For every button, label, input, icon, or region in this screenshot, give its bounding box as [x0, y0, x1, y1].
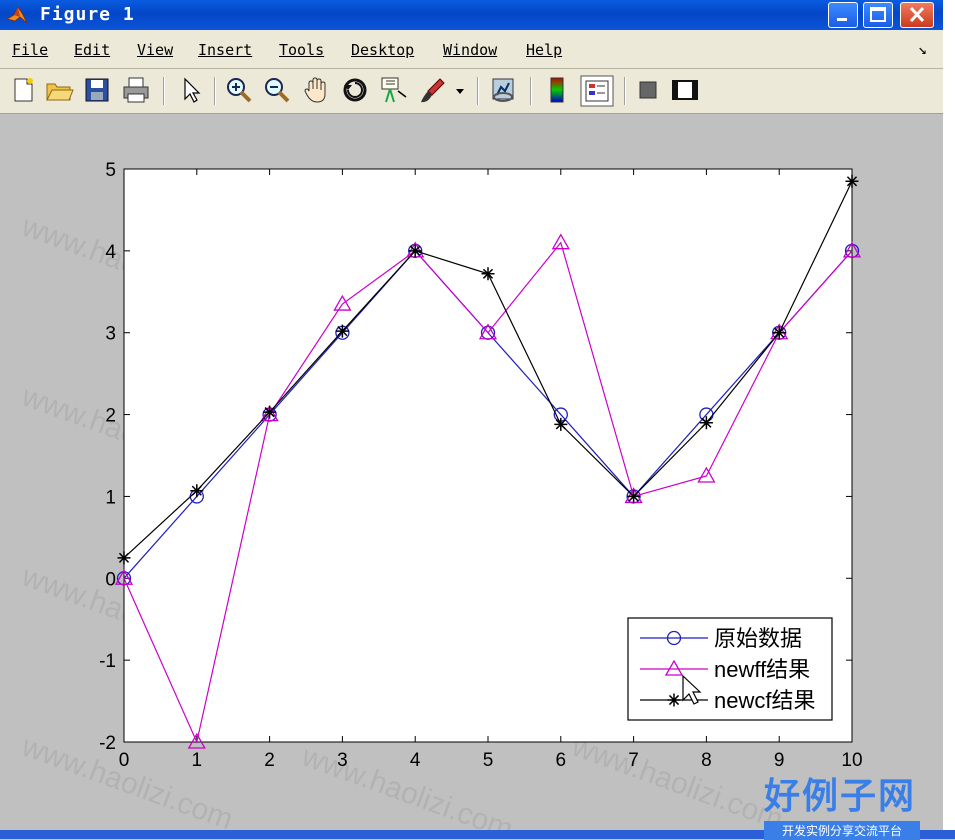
close-button[interactable] — [900, 2, 934, 28]
x-tick-label: 4 — [410, 750, 421, 771]
close-icon — [909, 6, 925, 23]
zoom-in-icon[interactable] — [224, 75, 254, 105]
menu-tools-label: Tools — [279, 41, 325, 59]
watermark-text: www.haolizi.com — [17, 729, 238, 830]
x-tick-label: 8 — [701, 750, 712, 771]
y-tick-label: 3 — [105, 324, 116, 345]
data-cursor-icon[interactable] — [378, 75, 408, 105]
maximize-button[interactable] — [863, 2, 893, 28]
hide-plot-tools-icon[interactable] — [634, 75, 664, 105]
y-tick-label: 1 — [105, 487, 116, 508]
colorbar-icon[interactable] — [543, 75, 573, 105]
toolbar-separator — [624, 77, 626, 105]
brush-dropdown-icon[interactable] — [452, 75, 468, 105]
x-tick-label: 5 — [483, 750, 494, 771]
menu-window[interactable]: Window — [443, 41, 497, 59]
x-tick-label: 2 — [264, 750, 275, 771]
minimize-icon — [837, 18, 847, 21]
toolbar-separator — [214, 77, 216, 105]
legend-icon[interactable] — [580, 75, 614, 107]
figure-toolbar — [0, 69, 944, 114]
figure-canvas: www.haolizi.com www.haolizi.com www.haoliz… — [0, 114, 940, 840]
brush-icon[interactable] — [418, 75, 448, 105]
y-tick-label: -2 — [99, 733, 116, 754]
x-tick-label: 1 — [192, 750, 203, 771]
toolbar-separator — [477, 77, 479, 105]
x-tick-label: 3 — [337, 750, 348, 771]
figure-window: Figure 1 File Edit View Insert Tools Des… — [0, 0, 947, 840]
data-point — [263, 405, 277, 419]
menu-desktop[interactable]: Desktop — [351, 41, 414, 59]
menu-view[interactable]: View — [137, 41, 173, 59]
data-point — [117, 551, 131, 565]
data-point — [335, 324, 349, 338]
open-file-icon[interactable] — [44, 75, 74, 105]
minimize-button[interactable] — [828, 2, 858, 28]
site-logo-main: 好例子网 — [764, 776, 917, 817]
matlab-logo-icon — [6, 6, 28, 24]
menu-desktop-label: Desktop — [351, 41, 415, 59]
title-bar[interactable]: Figure 1 — [0, 0, 944, 30]
maximize-icon — [870, 7, 886, 22]
data-point — [554, 417, 568, 431]
menu-file[interactable]: File — [12, 41, 48, 59]
menu-edit-label: Edit — [74, 41, 111, 59]
legend-marker — [667, 693, 681, 707]
data-point — [481, 267, 495, 281]
window-title: Figure 1 — [40, 4, 135, 25]
legend-label: newff结果 — [714, 657, 810, 682]
pointer-icon[interactable] — [176, 75, 206, 105]
data-point — [627, 489, 641, 503]
zoom-out-icon[interactable] — [262, 75, 292, 105]
menu-view-label: View — [137, 41, 174, 59]
site-logo-sub: 开发实例分享交流平台 — [764, 821, 920, 840]
legend[interactable]: 原始数据 newff结果 newcf结果 — [627, 617, 833, 721]
data-point — [772, 326, 786, 340]
x-tick-label: 0 — [119, 750, 130, 771]
menu-help[interactable]: Help — [526, 41, 562, 59]
link-plot-icon[interactable] — [489, 75, 519, 105]
legend-label: newcf结果 — [714, 688, 815, 713]
background-window-edge — [943, 0, 955, 839]
toolbar-separator — [163, 77, 165, 105]
show-plot-tools-icon[interactable] — [670, 75, 700, 105]
menu-insert-label: Insert — [198, 41, 253, 59]
data-point — [408, 244, 422, 258]
toolbar-separator — [530, 77, 532, 105]
menu-file-label: File — [12, 41, 49, 59]
y-tick-label: 2 — [105, 406, 116, 427]
x-tick-label: 7 — [628, 750, 639, 771]
y-tick-label: 0 — [105, 569, 116, 590]
site-logo: 好例子网 开发实例分享交流平台 — [764, 767, 920, 840]
legend-label: 原始数据 — [714, 626, 802, 651]
y-tick-label: 4 — [105, 242, 116, 263]
menu-edit[interactable]: Edit — [74, 41, 110, 59]
line-chart[interactable]: www.haolizi.com www.haolizi.com www.haoliz… — [0, 114, 940, 840]
watermark-text: www.haolizi.com — [567, 729, 788, 830]
y-tick-label: -1 — [99, 651, 116, 672]
data-point — [190, 484, 204, 498]
new-figure-icon[interactable] — [8, 75, 38, 105]
y-tick-label: 5 — [105, 160, 116, 181]
x-tick-label: 6 — [556, 750, 567, 771]
pan-hand-icon[interactable] — [301, 75, 331, 105]
save-icon[interactable] — [82, 75, 112, 105]
rotate-3d-icon[interactable] — [340, 75, 370, 105]
print-icon[interactable] — [121, 75, 151, 105]
menu-help-label: Help — [526, 41, 563, 59]
dock-arrow-icon[interactable]: ↘ — [918, 40, 927, 58]
menu-insert[interactable]: Insert — [198, 41, 252, 59]
data-point — [699, 416, 713, 430]
menu-bar: File Edit View Insert Tools Desktop Wind… — [0, 30, 944, 69]
menu-tools[interactable]: Tools — [279, 41, 324, 59]
menu-window-label: Window — [443, 41, 498, 59]
